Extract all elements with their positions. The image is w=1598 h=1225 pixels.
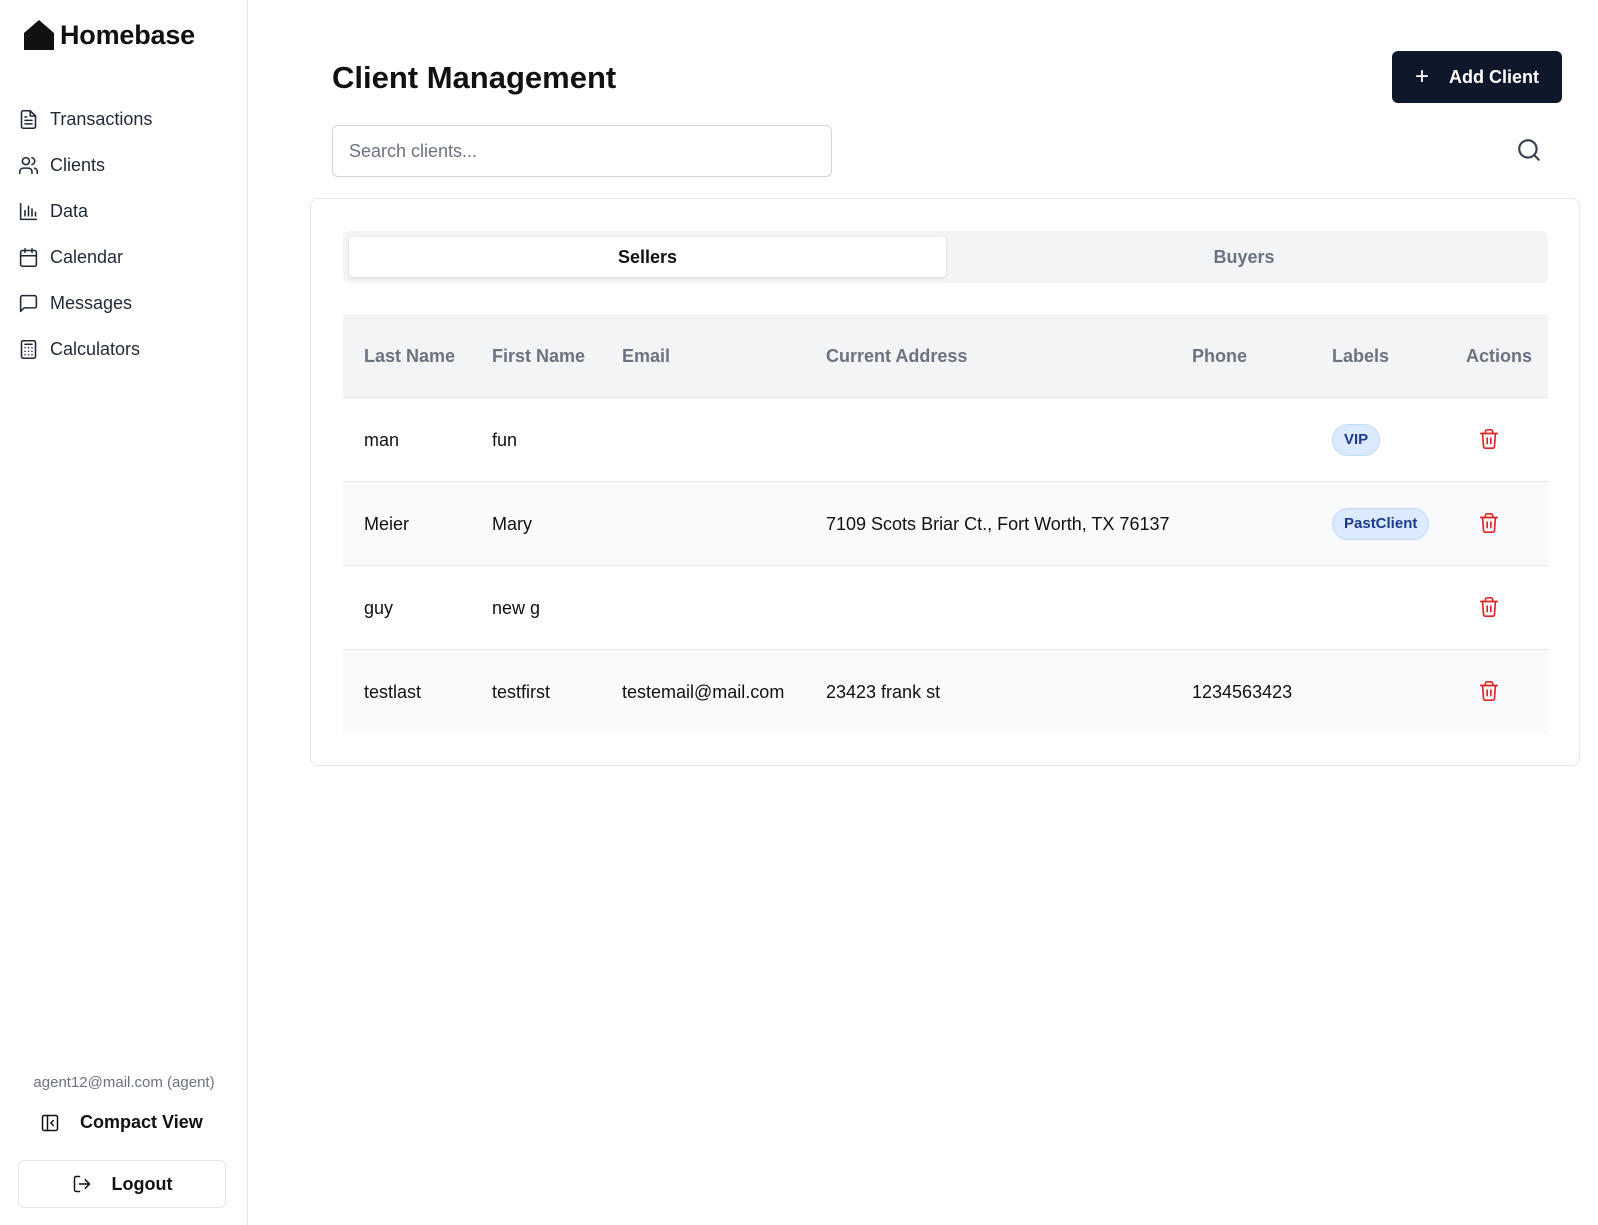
plus-icon: + bbox=[1414, 63, 1429, 90]
sidebar-item-data[interactable]: Data bbox=[18, 188, 230, 234]
add-client-button[interactable]: + Add Client bbox=[1392, 51, 1562, 103]
app-name: Homebase bbox=[60, 19, 195, 50]
label-badge: PastClient bbox=[1332, 507, 1430, 540]
compact-view-button[interactable]: Compact View bbox=[40, 1112, 203, 1133]
cell-labels: VIP bbox=[1311, 423, 1445, 456]
cell-last-name: Meier bbox=[364, 513, 410, 534]
column-header-email[interactable]: Email bbox=[601, 343, 805, 369]
table-row[interactable]: man fun VIP bbox=[343, 398, 1548, 482]
sidebar-item-calendar[interactable]: Calendar bbox=[18, 234, 230, 280]
column-header-address[interactable]: Current Address bbox=[805, 343, 1171, 369]
column-header-labels[interactable]: Labels bbox=[1311, 343, 1445, 369]
cell-phone: 1234563423 bbox=[1192, 682, 1293, 702]
cell-last-name: guy bbox=[364, 597, 394, 618]
calculator-icon bbox=[20, 339, 37, 359]
cell-actions bbox=[1445, 596, 1548, 620]
compact-view-label: Compact View bbox=[80, 1112, 203, 1132]
logout-button[interactable]: Logout bbox=[18, 1160, 226, 1208]
cell-first-name: testfirst bbox=[492, 682, 551, 702]
client-type-tabs: Sellers Buyers bbox=[343, 231, 1548, 283]
delete-button[interactable] bbox=[1478, 680, 1502, 704]
table-header: Last Name First Name Email Current Addre… bbox=[343, 314, 1548, 398]
users-icon bbox=[18, 156, 39, 174]
cell-actions bbox=[1445, 428, 1548, 452]
message-square-icon bbox=[19, 294, 38, 312]
calendar-icon bbox=[19, 247, 38, 267]
table-row[interactable]: testlast testfirst testemail@mail.com 23… bbox=[343, 650, 1548, 734]
page-title: Client Management bbox=[332, 60, 617, 95]
clients-card: Sellers Buyers Last Name First Name Emai… bbox=[310, 198, 1580, 766]
delete-button[interactable] bbox=[1478, 512, 1502, 536]
log-out-icon bbox=[73, 1175, 90, 1193]
column-header-phone[interactable]: Phone bbox=[1171, 343, 1311, 369]
tab-buyers[interactable]: Buyers bbox=[946, 237, 1542, 277]
table-row[interactable]: guy new g bbox=[343, 566, 1548, 650]
sidebar-item-clients[interactable]: Clients bbox=[18, 142, 230, 188]
cell-email: testemail@mail.com bbox=[622, 682, 785, 702]
label-badge: VIP bbox=[1332, 423, 1381, 456]
clients-table: Last Name First Name Email Current Addre… bbox=[343, 314, 1548, 734]
cell-address: 23423 frank st bbox=[826, 682, 941, 702]
app-logo[interactable]: Homebase bbox=[22, 18, 195, 52]
table-row[interactable]: Meier Mary 7109 Scots Briar Ct., Fort Wo… bbox=[343, 482, 1548, 566]
cell-last-name: testlast bbox=[364, 682, 422, 702]
sidebar-item-label: Clients bbox=[50, 154, 106, 175]
search-input[interactable] bbox=[332, 125, 832, 177]
search-button[interactable] bbox=[1516, 137, 1544, 165]
cell-labels: PastClient bbox=[1311, 507, 1445, 540]
sidebar-nav: Transactions Clients Data Calendar Messa… bbox=[18, 96, 230, 372]
cell-first-name: new g bbox=[492, 597, 541, 618]
trash-icon bbox=[1479, 681, 1499, 701]
delete-button[interactable] bbox=[1478, 428, 1502, 452]
column-header-last-name[interactable]: Last Name bbox=[343, 343, 471, 369]
cell-actions bbox=[1445, 680, 1548, 704]
home-icon bbox=[24, 20, 54, 50]
sidebar-item-label: Transactions bbox=[50, 108, 153, 129]
panel-left-icon bbox=[41, 1114, 59, 1131]
search-icon bbox=[1518, 139, 1540, 161]
cell-actions bbox=[1445, 512, 1548, 536]
cell-address: 7109 Scots Briar Ct., Fort Worth, TX 761… bbox=[826, 513, 1170, 534]
trash-icon bbox=[1479, 596, 1499, 617]
column-header-first-name[interactable]: First Name bbox=[471, 343, 601, 369]
sidebar-item-calculators[interactable]: Calculators bbox=[18, 326, 230, 372]
sidebar-item-label: Calendar bbox=[50, 246, 124, 267]
bar-chart-icon bbox=[19, 202, 38, 220]
account-info: agent12@mail.com (agent) bbox=[33, 1074, 215, 1091]
trash-icon bbox=[1479, 512, 1499, 533]
sidebar-item-label: Calculators bbox=[50, 338, 141, 359]
cell-first-name: Mary bbox=[492, 513, 532, 534]
cell-first-name: fun bbox=[492, 429, 518, 450]
trash-icon bbox=[1479, 428, 1499, 449]
file-text-icon bbox=[20, 109, 37, 129]
sidebar-item-messages[interactable]: Messages bbox=[18, 280, 230, 326]
sidebar-item-transactions[interactable]: Transactions bbox=[18, 96, 230, 142]
sidebar-item-label: Messages bbox=[50, 292, 133, 313]
sidebar: Homebase Transactions Clients Data Calen… bbox=[0, 0, 248, 1225]
cell-last-name: man bbox=[364, 429, 400, 450]
logout-label: Logout bbox=[111, 1173, 173, 1194]
add-client-label: Add Client bbox=[1449, 66, 1539, 87]
column-header-actions: Actions bbox=[1466, 345, 1533, 366]
tab-sellers[interactable]: Sellers bbox=[349, 237, 946, 277]
sidebar-item-label: Data bbox=[50, 200, 89, 221]
delete-button[interactable] bbox=[1478, 596, 1502, 620]
